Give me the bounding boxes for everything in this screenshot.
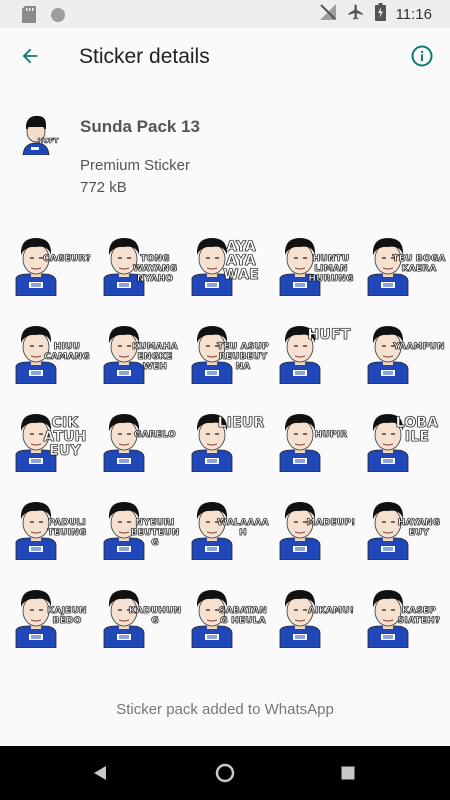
- sticker-caption: LOBA ILE: [395, 415, 439, 445]
- pack-tray-icon: HUFT: [20, 113, 60, 156]
- sticker-caption: WALAAAAH: [217, 518, 269, 539]
- sticker-caption: KAJEUN BEDO: [47, 606, 87, 627]
- sticker-item[interactable]: CIK ATUH EUY: [6, 402, 94, 490]
- nav-back-triangle-icon[interactable]: [93, 765, 107, 786]
- app-bar: Sticker details: [0, 28, 450, 86]
- sticker-caption: HIUU CAMANG: [44, 342, 90, 363]
- sticker-item[interactable]: PADULI TEUING: [6, 490, 94, 578]
- sticker-caption: AIKAMU!: [307, 606, 355, 617]
- sticker-item[interactable]: HIUU CAMANG: [6, 314, 94, 402]
- sticker-item[interactable]: WALAAAAH: [182, 490, 270, 578]
- sticker-item[interactable]: KAJEUN BEDO: [6, 578, 94, 666]
- circle-icon: [50, 7, 66, 28]
- sticker-item[interactable]: KADUHUNG: [94, 578, 182, 666]
- sticker-caption: SABATANG HEULA: [219, 606, 267, 627]
- battery-charging-icon: [374, 2, 386, 26]
- pack-publisher: Premium Sticker: [80, 157, 191, 174]
- sticker-caption: PADULI TEUING: [47, 518, 87, 539]
- sticker-caption: MADEUP!: [306, 518, 356, 529]
- sticker-caption: AYA AYA WAE: [223, 239, 259, 283]
- sticker-item[interactable]: MADEUP!: [270, 490, 358, 578]
- back-button[interactable]: [14, 42, 46, 74]
- sticker-item[interactable]: YAAMPUN: [358, 314, 446, 402]
- sticker-item[interactable]: AYA AYA WAE: [182, 226, 270, 314]
- sticker-caption: KUMAHA ENGKE WEH: [132, 342, 178, 373]
- sticker-caption: YAAMPUN: [393, 342, 445, 353]
- sticker-item[interactable]: TONG WAYANG NYAHO: [94, 226, 182, 314]
- sticker-item[interactable]: HUNTU LIMAN HURUNG: [270, 226, 358, 314]
- sticker-caption: KADUHUNG: [128, 606, 182, 627]
- sticker-caption: LIEUR: [217, 415, 265, 431]
- sticker-caption: TEU BOGA KAERA: [392, 254, 446, 275]
- sticker-item[interactable]: LIEUR: [182, 402, 270, 490]
- pack-icon-caption: HUFT: [37, 137, 58, 145]
- sticker-caption: CAGEUR?: [43, 254, 91, 265]
- nav-home-circle-icon[interactable]: [215, 763, 235, 788]
- sticker-item[interactable]: HUFT: [270, 314, 358, 402]
- sticker-caption: NYEURI BEUTEUNG: [130, 518, 180, 549]
- sticker-item[interactable]: NYEURI BEUTEUNG: [94, 490, 182, 578]
- sticker-caption: HUPIR: [314, 430, 348, 441]
- info-button[interactable]: [406, 42, 438, 74]
- sticker-caption: GARELO: [134, 430, 176, 441]
- sd-card-icon: [22, 6, 36, 28]
- pack-size: 772 kB: [80, 179, 127, 196]
- sticker-item[interactable]: LOBA ILE: [358, 402, 446, 490]
- airplane-icon: [347, 3, 365, 26]
- sticker-item[interactable]: KASEP SIATEH?: [358, 578, 446, 666]
- no-signal-icon: [319, 3, 337, 26]
- sticker-item[interactable]: CAGEUR?: [6, 226, 94, 314]
- added-status-text: Sticker pack added to WhatsApp: [116, 701, 334, 718]
- sticker-caption: HUNTU LIMAN HURUNG: [308, 254, 354, 285]
- status-bar: 11:16: [0, 0, 450, 28]
- sticker-item[interactable]: TEU ASUP REUBEUYNA: [182, 314, 270, 402]
- sticker-caption: HUFT: [307, 327, 351, 343]
- sticker-caption: HAYANG EUY: [397, 518, 441, 539]
- sticker-caption: CIK ATUH EUY: [43, 415, 87, 459]
- status-time: 11:16: [395, 5, 432, 23]
- sticker-caption: TONG WAYANG NYAHO: [132, 254, 178, 285]
- arrow-left-icon: [19, 45, 41, 72]
- sticker-item[interactable]: KUMAHA ENGKE WEH: [94, 314, 182, 402]
- sticker-item[interactable]: SABATANG HEULA: [182, 578, 270, 666]
- sticker-item[interactable]: HAYANG EUY: [358, 490, 446, 578]
- page-title: Sticker details: [79, 45, 210, 68]
- info-circle-icon: [410, 44, 434, 73]
- sticker-item[interactable]: AIKAMU!: [270, 578, 358, 666]
- sticker-caption: TEU ASUP REUBEUYNA: [217, 342, 269, 373]
- sticker-item[interactable]: TEU BOGA KAERA: [358, 226, 446, 314]
- sticker-grid: CAGEUR? TONG WAYANG NYAHO AYA AYA WAE HUNTU…: [6, 226, 446, 666]
- pack-name: Sunda Pack 13: [80, 117, 201, 136]
- navigation-bar: [0, 746, 450, 800]
- sticker-item[interactable]: GARELO: [94, 402, 182, 490]
- nav-recents-square-icon[interactable]: [341, 766, 355, 785]
- sticker-caption: KASEP SIATEH?: [397, 606, 441, 627]
- sticker-item[interactable]: HUPIR: [270, 402, 358, 490]
